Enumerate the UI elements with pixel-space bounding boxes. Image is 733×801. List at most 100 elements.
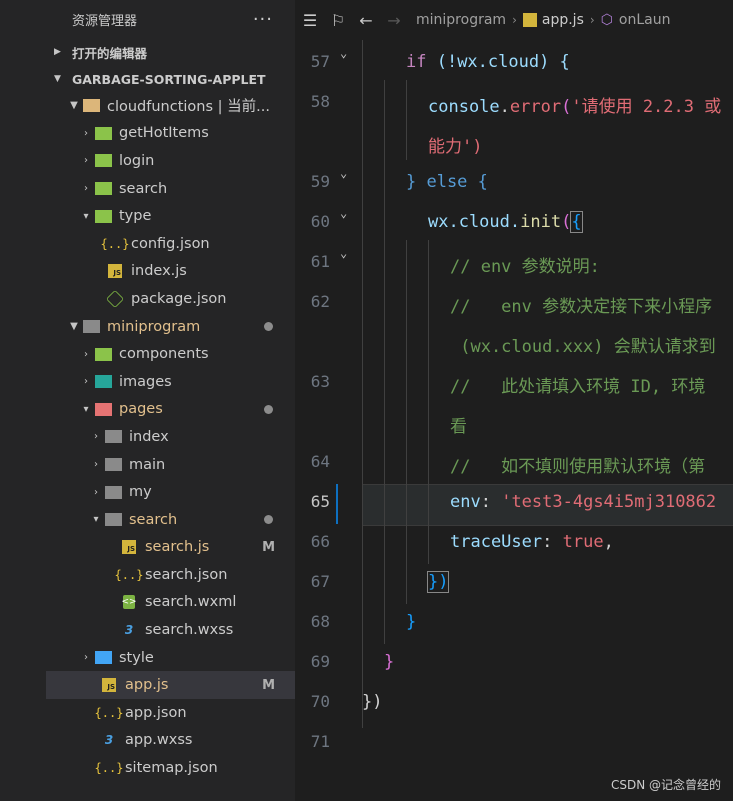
chevron-down-icon: ▾ xyxy=(93,514,99,526)
json-icon: {..} xyxy=(100,236,130,251)
tree-item-search-js[interactable]: JS search.js M xyxy=(46,534,295,562)
activity-bar xyxy=(0,0,47,801)
folder-open-icon xyxy=(82,97,100,115)
chevron-right-icon: › xyxy=(84,348,88,360)
forward-arrow-icon[interactable]: → xyxy=(380,11,408,30)
breadcrumb: miniprogram › app.js › ⬡ onLaun xyxy=(416,12,677,28)
tree-item-config-json[interactable]: {..} config.json xyxy=(46,230,295,258)
code-line-61: // env 参数说明: xyxy=(450,257,600,277)
tree-item-cloudfunctions[interactable]: ▼ cloudfunctions | 当前... xyxy=(46,92,295,120)
tree-item-search-cloud[interactable]: › search xyxy=(46,175,295,203)
tree-item-search-page[interactable]: ▾ search xyxy=(46,506,295,534)
tree-item-type[interactable]: ▾ type xyxy=(46,202,295,230)
breadcrumb-folder[interactable]: miniprogram xyxy=(416,12,506,28)
fold-chevron-icon[interactable]: ⌄ xyxy=(340,206,347,220)
code-line-63: // 此处请填入环境 ID, 环境 xyxy=(450,377,706,397)
tree-item-label: components xyxy=(119,346,209,363)
line-number: 67 xyxy=(310,572,330,591)
tree-item-sitemap-json[interactable]: {..} sitemap.json xyxy=(46,754,295,782)
tree-item-pages[interactable]: ▾ pages xyxy=(46,396,295,424)
node-folder-icon xyxy=(94,152,112,170)
code-line-62-wrap: (wx.cloud.xxx) 会默认请求到 xyxy=(450,337,716,357)
code-line-59: } else { xyxy=(406,172,488,192)
json-icon: {..} xyxy=(94,705,124,720)
tree-item-index[interactable]: › index xyxy=(46,423,295,451)
file-tree: ▼ cloudfunctions | 当前... › getHotItems ›… xyxy=(46,92,295,782)
tree-item-my[interactable]: › my xyxy=(46,478,295,506)
fold-chevron-icon[interactable]: ⌄ xyxy=(340,46,347,60)
tree-item-search-wxml[interactable]: <> search.wxml xyxy=(46,589,295,617)
chevron-down-icon: ▼ xyxy=(70,100,78,112)
images-folder-icon xyxy=(94,373,112,391)
json-icon: {..} xyxy=(114,567,144,582)
tree-item-miniprogram[interactable]: ▼ miniprogram xyxy=(46,313,295,341)
code-line-60: wx.cloud.init({ xyxy=(428,211,583,233)
indent-guide xyxy=(406,80,407,160)
current-line-marker xyxy=(336,484,338,524)
wxml-icon: <> xyxy=(121,595,137,610)
breadcrumb-file[interactable]: app.js xyxy=(542,12,584,28)
js-icon: JS xyxy=(106,262,124,280)
style-folder-icon xyxy=(94,649,112,667)
chevron-right-icon: › xyxy=(84,376,88,388)
modified-badge: M xyxy=(262,677,275,693)
chevron-right-icon: › xyxy=(94,459,98,471)
indent-guide xyxy=(428,240,429,564)
tree-item-login[interactable]: › login xyxy=(46,147,295,175)
method-icon: ⬡ xyxy=(600,12,613,28)
fold-chevron-icon[interactable]: ⌄ xyxy=(340,246,347,260)
chevron-down-icon: ▼ xyxy=(70,321,78,333)
folder-icon xyxy=(104,428,122,446)
json-icon: {..} xyxy=(94,761,124,776)
pages-folder-icon xyxy=(94,400,112,418)
line-number: 71 xyxy=(310,732,330,751)
tree-item-app-js[interactable]: JS app.js M xyxy=(46,671,295,700)
tree-item-main[interactable]: › main xyxy=(46,451,295,479)
modified-badge: M xyxy=(262,539,275,555)
js-icon: JS xyxy=(120,538,138,556)
tree-item-label: search.json xyxy=(145,566,228,583)
bookmark-icon[interactable]: ⚐ xyxy=(324,11,352,30)
tree-item-package-json[interactable]: package.json xyxy=(46,285,295,313)
indent-guide xyxy=(406,240,407,604)
more-actions-icon[interactable]: ··· xyxy=(253,9,273,30)
tree-item-app-wxss[interactable]: 3 app.wxss xyxy=(46,727,295,755)
code-editor[interactable]: 57 58 59 60 61 62 63 64 65 66 67 68 69 7… xyxy=(296,40,733,801)
code-line-58: console.error('请使用 2.2.3 或 xyxy=(428,97,722,117)
fold-chevron-icon[interactable]: ⌄ xyxy=(340,166,347,180)
tree-item-search-json[interactable]: {..} search.json xyxy=(46,561,295,589)
tree-item-label: config.json xyxy=(131,235,210,252)
list-icon[interactable]: ☰ xyxy=(296,11,324,30)
chevron-right-icon: › xyxy=(589,13,595,27)
tree-item-components[interactable]: › components xyxy=(46,340,295,368)
tree-item-search-wxss[interactable]: 3 search.wxss xyxy=(46,616,295,644)
back-arrow-icon[interactable]: ← xyxy=(352,11,380,30)
chevron-right-icon: › xyxy=(84,652,88,664)
components-folder-icon xyxy=(94,345,112,363)
folder-icon xyxy=(104,483,122,501)
code-line-70: }) xyxy=(362,692,383,712)
editor-toolbar: ☰ ⚐ ← → miniprogram › app.js › ⬡ onLaun xyxy=(296,0,733,40)
chevron-right-icon: › xyxy=(512,13,517,27)
project-section[interactable]: ▼ GARBAGE-SORTING-APPLET xyxy=(46,66,295,92)
tree-item-style[interactable]: › style xyxy=(46,644,295,672)
tree-item-label: search.wxml xyxy=(145,594,237,611)
line-number: 66 xyxy=(310,532,330,551)
breadcrumb-symbol[interactable]: onLaun xyxy=(619,12,671,28)
tree-item-index-js[interactable]: JS index.js xyxy=(46,258,295,286)
tree-item-images[interactable]: › images xyxy=(46,368,295,396)
tree-item-getHotItems[interactable]: › getHotItems xyxy=(46,120,295,148)
line-number: 59 xyxy=(310,172,330,191)
open-editors-section[interactable]: ▶ 打开的编辑器 xyxy=(46,39,295,65)
tree-item-label: cloudfunctions | 当前... xyxy=(107,99,270,116)
tree-item-label: index xyxy=(129,428,169,445)
tree-item-label: getHotItems xyxy=(119,125,209,142)
code-line-66: traceUser: true, xyxy=(450,532,614,552)
modified-dot-icon xyxy=(264,322,273,332)
tree-item-app-json[interactable]: {..} app.json xyxy=(46,699,295,727)
code-line-62: // env 参数决定接下来小程序 xyxy=(450,297,713,317)
line-number: 69 xyxy=(310,652,330,671)
modified-dot-icon xyxy=(264,404,273,414)
tree-item-label: search.wxss xyxy=(145,622,234,639)
node-folder-icon xyxy=(94,180,112,198)
